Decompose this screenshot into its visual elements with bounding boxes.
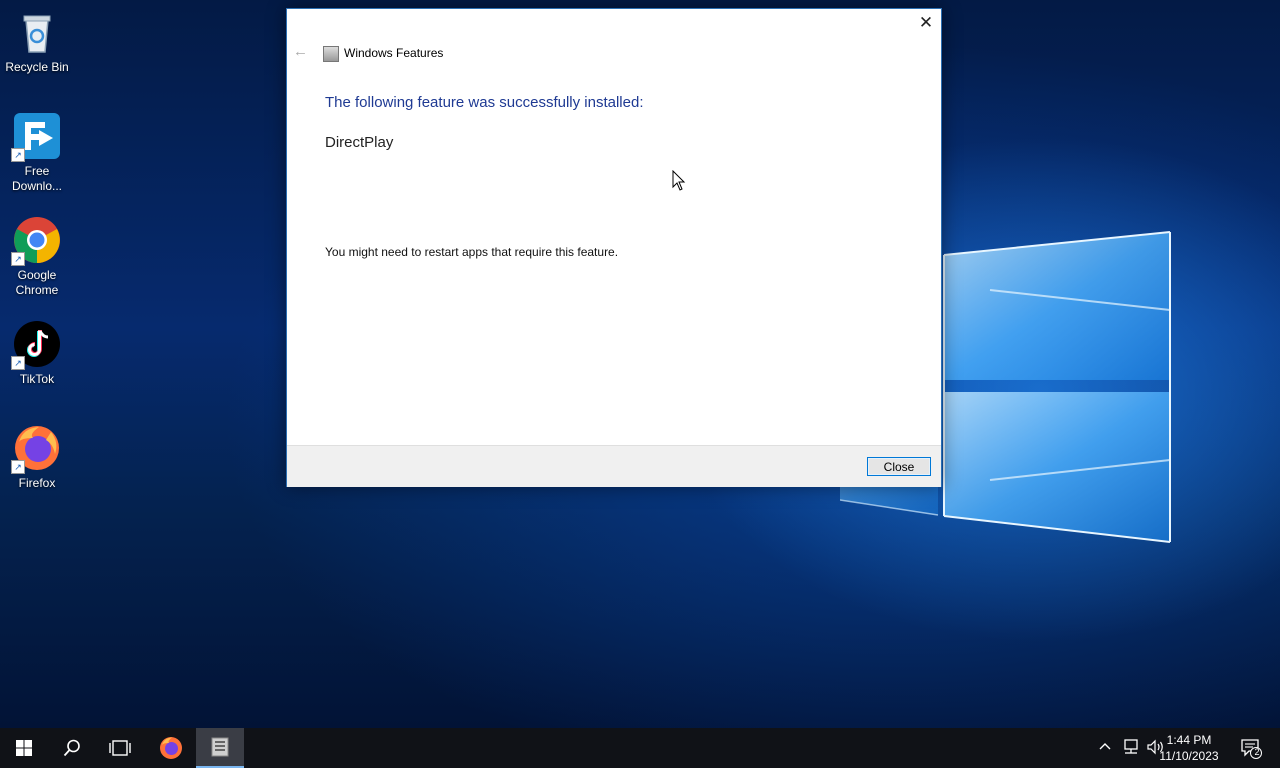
notification-count-badge: 2 [1254, 747, 1260, 757]
mouse-cursor-icon [672, 170, 686, 191]
action-center-button[interactable]: 2 [1240, 737, 1262, 762]
desktop-icon-tiktok[interactable]: ↗ TikTok [2, 320, 72, 387]
firefox-icon: ↗ [11, 424, 61, 474]
desktop-icon-google-chrome[interactable]: ↗ Google Chrome [2, 216, 72, 298]
desktop-icon-label: Recycle Bin [5, 60, 69, 74]
start-button[interactable] [0, 728, 48, 768]
installed-feature-name: DirectPlay [325, 134, 394, 151]
tiktok-icon: ↗ [11, 320, 61, 370]
back-arrow-icon: ← [293, 43, 308, 60]
clock-time: 1:44 PM [1166, 733, 1212, 747]
task-view-button[interactable] [96, 728, 144, 768]
desktop-icon-label: Firefox [18, 476, 56, 490]
shortcut-arrow-icon: ↗ [11, 356, 25, 370]
restart-note: You might need to restart apps that requ… [325, 245, 619, 259]
close-icon[interactable]: ✕ [911, 9, 941, 37]
windows-features-icon [323, 46, 339, 62]
desktop-icon-label: Free Downlo... [11, 164, 63, 193]
taskbar-windows-features[interactable] [196, 728, 244, 768]
taskbar: 1:44 PM 11/10/2023 2 [0, 728, 1280, 768]
windows-features-dialog: ✕ ← Windows Features The following featu… [286, 8, 942, 487]
system-tray: 1:44 PM 11/10/2023 2 [1080, 728, 1280, 768]
shortcut-arrow-icon: ↗ [11, 148, 25, 162]
shortcut-arrow-icon: ↗ [11, 460, 25, 474]
desktop-icon-firefox[interactable]: ↗ Firefox [2, 424, 72, 491]
taskbar-firefox[interactable] [147, 728, 195, 768]
shortcut-arrow-icon: ↗ [11, 252, 25, 266]
firefox-icon [160, 737, 182, 759]
search-icon [63, 739, 80, 757]
desktop-icon-free-download-manager[interactable]: ↗ Free Downlo... [2, 112, 72, 194]
dialog-title: Windows Features [344, 46, 444, 60]
close-button[interactable]: Close [867, 457, 931, 476]
desktop-icon-recycle-bin[interactable]: Recycle Bin [2, 8, 72, 75]
windows-start-icon [16, 740, 32, 756]
windows-features-icon [211, 737, 229, 757]
google-chrome-icon: ↗ [11, 216, 61, 266]
free-download-manager-icon: ↗ [11, 112, 61, 162]
show-hidden-icons-chevron-icon[interactable] [1098, 738, 1112, 759]
clock[interactable]: 1:44 PM 11/10/2023 [1154, 732, 1224, 764]
task-view-icon [109, 740, 131, 756]
network-icon[interactable] [1122, 738, 1140, 759]
desktop-icon-label: TikTok [19, 372, 55, 386]
search-button[interactable] [48, 728, 96, 768]
success-heading: The following feature was successfully i… [325, 94, 644, 111]
dialog-footer: Close [287, 445, 941, 487]
clock-date: 11/10/2023 [1159, 749, 1219, 763]
recycle-bin-icon [13, 8, 61, 56]
desktop-icon-label: Google Chrome [15, 268, 59, 297]
